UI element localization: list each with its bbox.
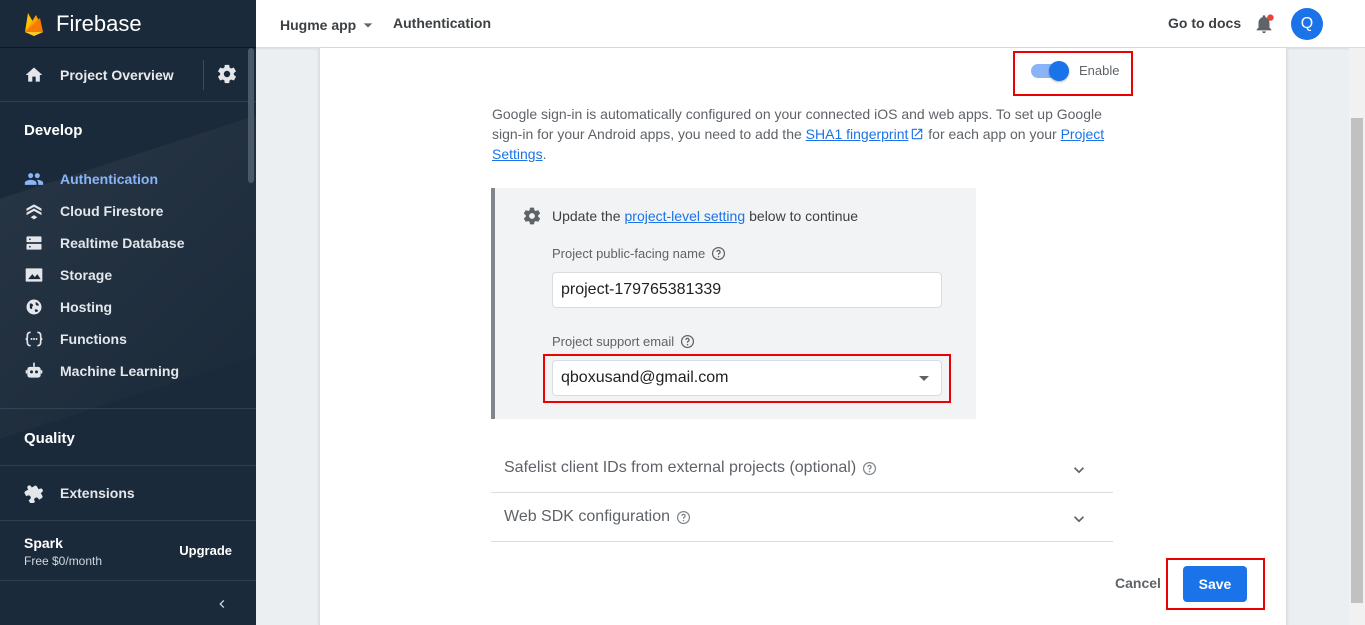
sidebar-item-label: Machine Learning (60, 363, 180, 379)
chevron-left-icon[interactable] (214, 596, 230, 612)
sidebar-item-label: Authentication (60, 171, 158, 187)
enable-label: Enable (1079, 63, 1120, 78)
public-name-label-text: Project public-facing name (552, 246, 706, 261)
project-name: Hugme app (280, 17, 357, 33)
project-overview-label: Project Overview (60, 66, 174, 83)
home-icon (25, 67, 43, 82)
brand[interactable]: Firebase (0, 0, 256, 48)
sidebar: Firebase Project Overview Develop Authen… (0, 0, 256, 625)
functions-icon (24, 329, 44, 349)
puzzle-icon (24, 483, 44, 503)
project-level-setting-link[interactable]: project-level setting (625, 208, 746, 224)
top-bar: Hugme app Authentication Go to docs Q (256, 0, 1365, 48)
sidebar-scrollbar[interactable] (248, 48, 254, 183)
web-sdk-expander[interactable]: Web SDK configuration (491, 493, 1113, 542)
go-to-docs-link[interactable]: Go to docs (1168, 15, 1241, 31)
enable-toggle[interactable]: Enable (1031, 60, 1120, 81)
help-icon[interactable] (676, 510, 691, 525)
settings-title: Update the project-level setting below t… (522, 206, 858, 226)
sidebar-item-label: Functions (60, 331, 127, 347)
project-overview[interactable]: Project Overview (0, 48, 256, 102)
sidebar-item-label: Hosting (60, 299, 113, 315)
globe-icon (24, 297, 44, 317)
project-selector[interactable]: Hugme app (280, 15, 378, 35)
section-quality[interactable]: Quality (0, 430, 256, 447)
brand-title: Firebase (56, 10, 142, 36)
save-button[interactable]: Save (1183, 566, 1247, 602)
settings-title-suffix: below to continue (749, 208, 859, 224)
sidebar-item-extensions[interactable]: Extensions (0, 477, 256, 509)
chevron-down-icon[interactable] (1069, 460, 1089, 480)
public-name-input[interactable] (552, 272, 942, 308)
sha1-fingerprint-link[interactable]: SHA1 fingerprint (806, 126, 909, 142)
sidebar-item-authentication[interactable]: Authentication (0, 163, 256, 195)
gear-icon[interactable] (216, 63, 238, 85)
plan-panel: Spark Free $0/month Upgrade (0, 520, 256, 580)
sidebar-item-label: Cloud Firestore (60, 203, 164, 219)
provider-description: Google sign-in is automatically configur… (492, 104, 1112, 164)
bell-icon[interactable] (1253, 13, 1275, 35)
collapse-sidebar[interactable] (0, 580, 256, 625)
web-sdk-title: Web SDK configuration (504, 508, 691, 526)
divider (203, 60, 204, 90)
web-sdk-title-text: Web SDK configuration (504, 508, 671, 525)
sidebar-item-label: Storage (60, 267, 113, 283)
caret-down-icon (364, 23, 373, 28)
toggle-track[interactable] (1031, 60, 1069, 81)
upgrade-button[interactable]: Upgrade (179, 543, 232, 558)
firebase-logo-icon (25, 12, 43, 36)
database-icon (24, 233, 44, 253)
sidebar-item-cloud-firestore[interactable]: Cloud Firestore (0, 195, 256, 227)
help-icon[interactable] (862, 461, 877, 476)
section-develop[interactable]: Develop (0, 122, 256, 139)
sidebar-item-realtime-database[interactable]: Realtime Database (0, 227, 256, 259)
open-in-new-icon[interactable] (910, 127, 924, 141)
breadcrumb[interactable]: Authentication (393, 15, 491, 31)
cancel-button[interactable]: Cancel (1115, 575, 1161, 591)
help-icon[interactable] (680, 334, 695, 349)
public-name-label: Project public-facing name (552, 246, 726, 261)
sidebar-item-hosting[interactable]: Hosting (0, 291, 256, 323)
caret-down-icon (919, 376, 929, 381)
support-email-label-text: Project support email (552, 334, 675, 349)
robot-icon (24, 361, 44, 381)
image-icon (24, 265, 44, 285)
sidebar-item-label: Realtime Database (60, 235, 185, 251)
safelist-expander[interactable]: Safelist client IDs from external projec… (491, 444, 1113, 493)
help-icon[interactable] (711, 246, 726, 261)
desc-text: . (542, 146, 547, 162)
desc-text: for each app on your (924, 126, 1061, 142)
chevron-down-icon[interactable] (1069, 509, 1089, 529)
sidebar-item-label: Extensions (60, 485, 135, 501)
firestore-icon (24, 201, 44, 221)
settings-title-prefix: Update the (552, 208, 621, 224)
toggle-knob[interactable] (1049, 60, 1069, 81)
scrollbar-thumb[interactable] (1351, 118, 1363, 603)
sidebar-item-machine-learning[interactable]: Machine Learning (0, 355, 256, 387)
gear-icon (523, 207, 541, 225)
support-email-select[interactable]: qboxusand@gmail.com (552, 360, 942, 396)
sidebar-item-storage[interactable]: Storage (0, 259, 256, 291)
support-email-value: qboxusand@gmail.com (561, 369, 729, 386)
support-email-label: Project support email (552, 334, 695, 349)
safelist-title-text: Safelist client IDs from external projec… (504, 459, 857, 476)
people-icon (24, 169, 44, 189)
sidebar-item-functions[interactable]: Functions (0, 323, 256, 355)
avatar[interactable]: Q (1291, 8, 1323, 40)
safelist-title: Safelist client IDs from external projec… (504, 459, 877, 477)
